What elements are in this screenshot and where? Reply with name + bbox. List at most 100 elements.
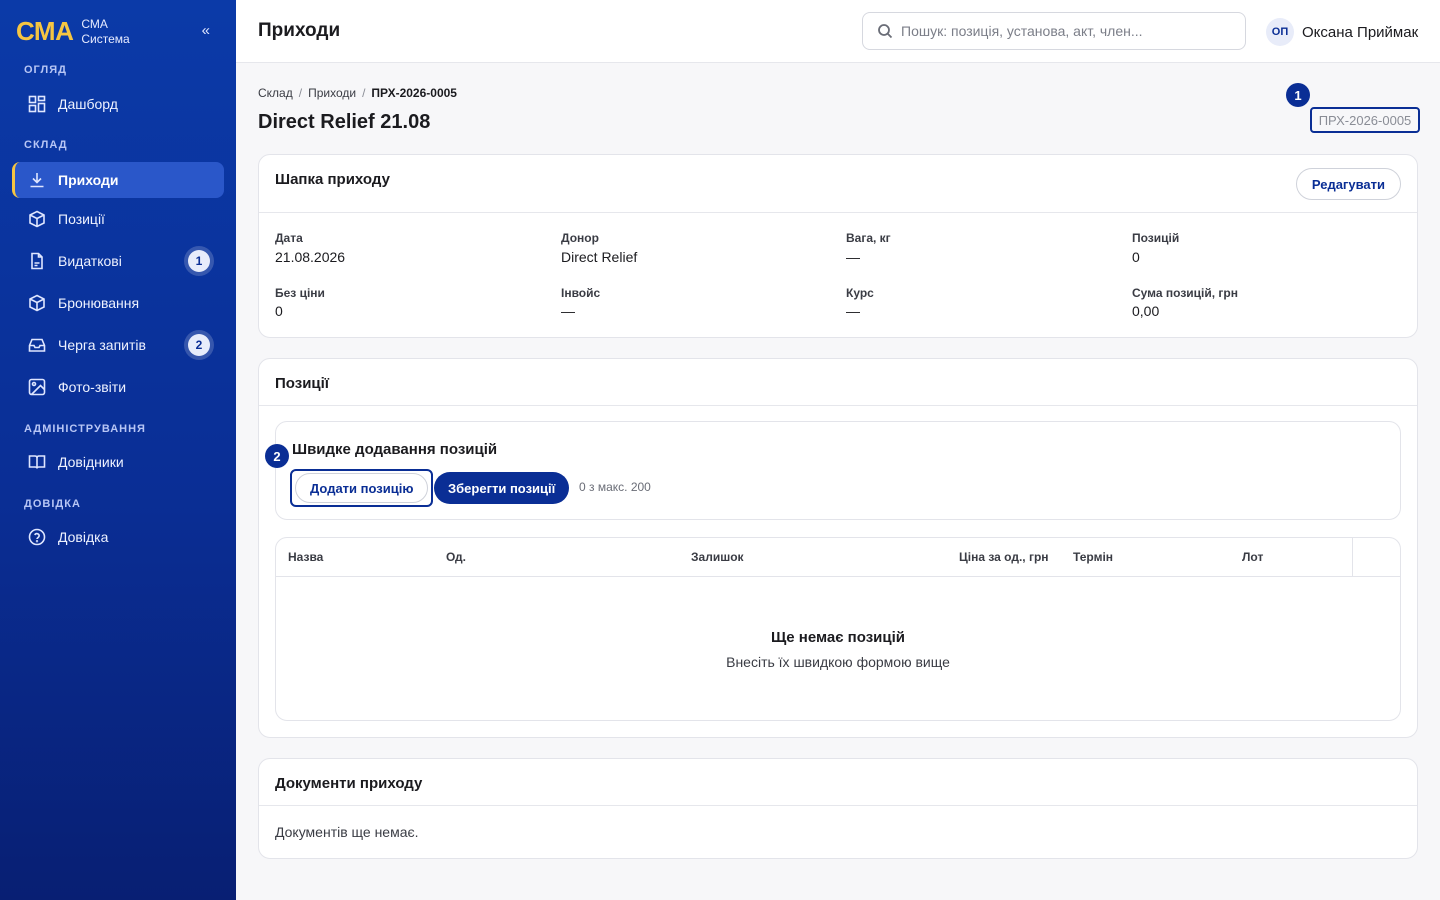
section-help: ДОВІДКА	[24, 498, 81, 510]
card-title: Документи приходу	[275, 775, 423, 792]
quick-add-panel: Швидке додавання позицій Додати позицію …	[275, 421, 1401, 520]
sidebar-item-label: Бронювання	[58, 295, 140, 311]
receipt-header-card: Шапка приходу Редагувати Дата 21.08.2026…	[258, 154, 1418, 338]
field-value-weight: —	[846, 249, 860, 265]
positions-counter: 0 з макс. 200	[579, 480, 651, 494]
sidebar-item-positions[interactable]: Позиції	[12, 201, 224, 237]
sidebar-item-receipts[interactable]: Приходи	[12, 162, 224, 198]
divider	[259, 805, 1417, 806]
card-title: Позиції	[275, 375, 330, 392]
page-heading: Приходи	[258, 20, 341, 41]
breadcrumb-warehouse[interactable]: Склад	[258, 86, 293, 100]
documents-empty-text: Документів ще немає.	[275, 824, 419, 840]
topbar: Приходи ОП Оксана Приймак	[236, 0, 1440, 63]
documents-card: Документи приходу Документів ще немає.	[258, 758, 1418, 859]
field-value-no-price: 0	[275, 303, 283, 319]
positions-card: Позиції Швидке додавання позицій Додати …	[258, 358, 1418, 738]
request-queue-count-badge: 2	[188, 334, 210, 356]
column-header-actions	[1352, 538, 1400, 576]
breadcrumb-separator: /	[298, 86, 303, 100]
dashboard-icon	[28, 95, 46, 113]
section-overview: ОГЛЯД	[24, 64, 67, 76]
sidebar-item-dashboard[interactable]: Дашборд	[12, 86, 224, 122]
sidebar-item-label: Позиції	[58, 211, 105, 227]
table-header: Назва Од. Залишок Ціна за од., грн Термі…	[276, 538, 1400, 577]
column-header-lot[interactable]: Лот	[1242, 550, 1263, 564]
column-header-name[interactable]: Назва	[288, 550, 323, 564]
download-icon	[30, 173, 44, 188]
field-label-positions: Позицій	[1132, 231, 1180, 245]
sidebar-item-label: Довідники	[58, 454, 124, 470]
empty-state-subtitle: Внесіть їх швидкою формою вище	[726, 654, 950, 670]
field-value-date: 21.08.2026	[275, 249, 346, 265]
field-value-donor: Direct Relief	[561, 249, 638, 265]
box-icon	[29, 294, 45, 312]
empty-state-title: Ще немає позицій	[770, 629, 905, 646]
sidebar-item-label: Фото-звіти	[58, 379, 127, 395]
annotation-marker-1: 1	[1286, 83, 1310, 107]
sidebar: СМА СМА Система « ОГЛЯД Дашборд СКЛАД Пр…	[0, 0, 236, 900]
field-label-date: Дата	[275, 231, 303, 245]
quick-add-title: Швидке додавання позицій	[292, 441, 498, 458]
section-warehouse: СКЛАД	[24, 139, 68, 151]
column-header-balance[interactable]: Залишок	[691, 550, 744, 564]
expenses-count-badge: 1	[188, 250, 210, 272]
user-name: Оксана Приймак	[1302, 23, 1419, 41]
add-position-label: Додати позицію	[295, 473, 429, 503]
page-title: Direct Relief 21.08	[258, 111, 431, 133]
brand-subtitle: СМА Система	[81, 17, 129, 47]
field-value-invoice: —	[561, 303, 575, 319]
document-id-chip: ПРХ-2026-0005	[1310, 107, 1420, 133]
brand-logo: СМА	[16, 16, 74, 46]
positions-table: Назва Од. Залишок Ціна за од., грн Термі…	[275, 537, 1401, 721]
divider	[259, 405, 1417, 406]
card-title: Шапка приходу	[275, 171, 390, 188]
breadcrumb-receipts[interactable]: Приходи	[308, 86, 356, 100]
box-icon	[29, 210, 45, 228]
help-icon	[28, 528, 46, 546]
sidebar-item-reservations[interactable]: Бронювання	[12, 285, 224, 321]
column-header-unit[interactable]: Од.	[446, 550, 466, 564]
sidebar-item-photo-reports[interactable]: Фото-звіти	[12, 369, 224, 405]
sidebar-item-label: Приходи	[58, 172, 119, 188]
annotation-marker-2: 2	[265, 444, 289, 468]
book-icon	[28, 455, 46, 469]
edit-button[interactable]: Редагувати	[1295, 168, 1401, 200]
save-positions-button[interactable]: Зберегти позиції	[434, 472, 570, 504]
field-label-weight: Вага, кг	[846, 231, 891, 245]
avatar: ОП	[1266, 18, 1294, 46]
image-icon	[28, 378, 46, 396]
document-icon	[31, 252, 43, 270]
sidebar-item-label: Дашборд	[58, 96, 118, 112]
field-label-total: Сума позицій, грн	[1132, 286, 1239, 300]
user-menu[interactable]: ОП Оксана Приймак	[1266, 18, 1418, 46]
field-label-no-price: Без ціни	[275, 286, 325, 300]
breadcrumb-separator: /	[362, 86, 366, 100]
divider	[259, 212, 1417, 213]
inbox-icon	[28, 338, 46, 352]
sidebar-item-request-queue[interactable]: Черга запитів 2	[12, 327, 224, 363]
sidebar-item-label: Видаткові	[58, 253, 122, 269]
sidebar-item-references[interactable]: Довідники	[12, 444, 224, 480]
section-administration: АДМІНІСТРУВАННЯ	[24, 423, 146, 435]
search-input[interactable]	[901, 23, 1231, 39]
breadcrumb: Склад / Приходи / ПРХ-2026-0005	[258, 86, 457, 100]
search-icon	[878, 24, 893, 39]
field-value-total: 0,00	[1132, 303, 1160, 319]
field-label-rate: Курс	[846, 286, 874, 300]
sidebar-item-label: Довідка	[58, 529, 109, 545]
brand-subtitle-line2: Система	[81, 31, 130, 46]
add-position-button[interactable]: Додати позицію	[290, 469, 434, 507]
sidebar-item-help[interactable]: Довідка	[12, 519, 224, 555]
sidebar-item-expenses[interactable]: Видаткові 1	[12, 243, 224, 279]
column-header-unit-price[interactable]: Ціна за од., грн	[959, 550, 1049, 564]
field-label-donor: Донор	[561, 231, 599, 245]
field-label-invoice: Інвойс	[561, 286, 601, 300]
collapse-sidebar-button[interactable]: «	[202, 22, 210, 39]
breadcrumb-current: ПРХ-2026-0005	[371, 86, 457, 100]
field-value-rate: —	[846, 303, 860, 319]
column-header-term[interactable]: Термін	[1073, 550, 1113, 564]
brand-subtitle-line1: СМА	[81, 16, 108, 31]
search-box[interactable]	[862, 12, 1246, 50]
brand[interactable]: СМА СМА Система	[16, 16, 130, 47]
